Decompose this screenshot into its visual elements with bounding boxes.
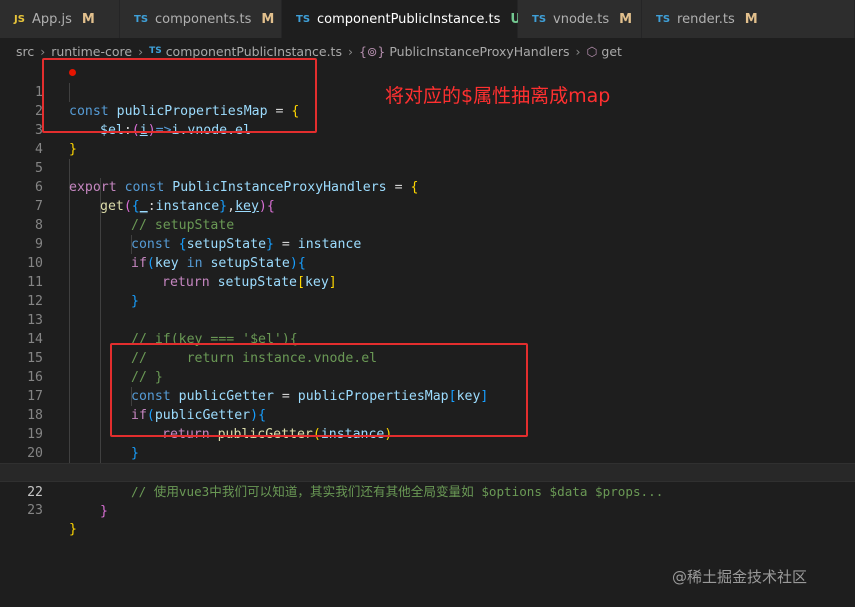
tab-label: vnode.ts [553,11,610,27]
code-line: 8 const {setupState} = instance [0,197,855,252]
chevron-right-icon: › [40,43,46,59]
modified-badge: M [261,11,275,27]
code-line: 11 } [0,254,855,309]
javascript-file-icon: JS [14,13,25,25]
code-line: 5 export const PublicInstanceProxyHandle… [0,140,855,195]
breadcrumb-folder[interactable]: runtime-core [51,44,132,59]
chevron-right-icon: › [575,43,581,59]
modified-badge: M [744,11,758,27]
code-line: 9 if(key in setupState){ [0,216,855,271]
breadcrumb-file[interactable]: componentPublicInstance.ts [166,44,342,59]
code-token: } [69,522,77,537]
annotation-text: 将对应的$属性抽离成map [385,85,611,107]
chevron-right-icon: › [347,43,353,59]
code-editor[interactable]: 1 const publicPropertiesMap = { 2 $el:(i… [0,64,855,607]
tab-label: render.ts [677,11,735,27]
typescript-file-icon: TS [532,13,547,25]
tab-app-js[interactable]: JS App.js M [0,0,120,38]
highlight-box-properties-map [42,58,317,133]
breadcrumb-symbol-get[interactable]: get [601,44,622,59]
object-symbol-icon: {⊚} [358,43,386,59]
tab-render-ts[interactable]: TS render.ts M [642,0,855,38]
tab-label: components.ts [155,11,252,27]
editor-tab-bar: JS App.js M TS components.ts M TS compon… [0,0,855,38]
code-line: 10 return setupState[key] [0,235,855,290]
code-line: 7 // setupState [0,178,855,233]
code-line: 13 // if(key === '$el'){ [0,292,855,347]
highlight-box-public-getter [110,343,528,437]
breadcrumb-symbol-handlers[interactable]: PublicInstanceProxyHandlers [389,44,569,59]
code-line: 23 } [0,482,855,537]
code-line: 6 get({_:instance},key){ [0,159,855,214]
modified-badge: M [619,11,633,27]
typescript-file-icon: TS [149,46,162,56]
typescript-file-icon: TS [296,13,311,25]
tab-label: App.js [31,11,72,27]
line-number: 23 [27,503,43,518]
breadcrumb-src[interactable]: src [16,44,34,59]
chevron-right-icon: › [138,43,144,59]
code-line: 21 // 使用vue3中我们可以知道，其实我们还有其他全局变量如 $optio… [0,444,855,499]
code-token: } [100,504,108,519]
current-code-line: 22 } [0,463,855,519]
watermark: @稀土掘金技术社区 [672,568,808,586]
tab-vnode-ts[interactable]: TS vnode.ts M [518,0,642,38]
code-line: 14 // return instance.vnode.el [0,311,855,366]
tab-label: componentPublicInstance.ts [317,11,501,27]
tab-components-ts[interactable]: TS components.ts M [120,0,282,38]
method-symbol-icon: ⬡ [586,43,598,59]
tab-component-public-instance-ts[interactable]: TS componentPublicInstance.ts U ✕ [282,0,542,38]
code-line: 12 [0,273,855,309]
modified-badge: M [81,11,95,27]
typescript-file-icon: TS [656,13,671,25]
typescript-file-icon: TS [134,13,149,25]
